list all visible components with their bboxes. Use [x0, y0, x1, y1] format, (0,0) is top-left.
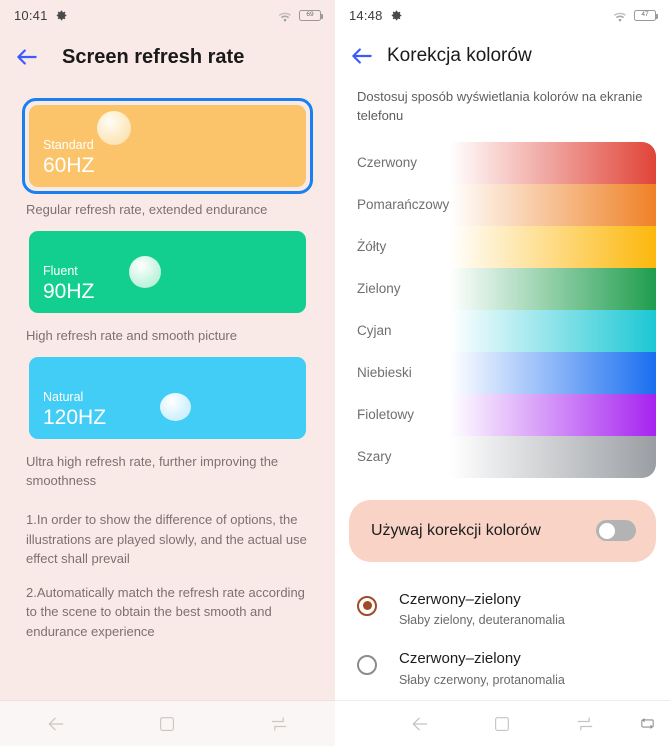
wifi-icon [613, 10, 627, 22]
status-bar-left: 10:41 69 [0, 0, 335, 30]
radio-button-selected[interactable] [357, 595, 377, 616]
rate-card-frame: Natural 120HZ [22, 350, 313, 446]
rate-name: Fluent [43, 264, 78, 279]
nav-back-icon[interactable] [403, 707, 437, 741]
rate-name: Standard [43, 138, 94, 153]
status-right-group: 47 [613, 9, 659, 22]
color-row: Czerwony [335, 141, 670, 184]
rotate-screen-icon[interactable] [630, 707, 664, 741]
color-label: Cyjan [357, 323, 392, 339]
phone-color-correction: 14:48 47 Korekcja kolorów Dostosuj sposó… [335, 0, 670, 746]
navigation-bar-left [0, 700, 335, 746]
wifi-icon [278, 10, 292, 22]
status-time: 14:48 [349, 7, 383, 23]
note-item: 1.In order to show the difference of opt… [26, 512, 307, 567]
status-right-group: 69 [278, 9, 324, 22]
status-bar-right: 14:48 47 [335, 0, 670, 30]
gear-icon [55, 9, 68, 22]
rate-description: Ultra high refresh rate, further improvi… [26, 453, 279, 488]
nav-recents-icon[interactable] [568, 707, 602, 741]
rate-card-fluent: Fluent 90HZ [29, 230, 306, 313]
color-gradient-zolty [450, 225, 656, 268]
page-title: Screen refresh rate [62, 45, 245, 68]
color-row: Niebieski [335, 351, 670, 394]
option-protanomaly[interactable]: Czerwony–zielony Słaby czerwony, protano… [335, 639, 670, 699]
rate-description: Regular refresh rate, extended endurance [26, 202, 268, 217]
color-gradient-fioletowy [450, 393, 656, 436]
option-subtitle: Słaby czerwony, protanomalia [399, 672, 565, 687]
rate-hz: 120HZ [43, 405, 107, 429]
rate-card-frame: Fluent 90HZ [22, 224, 313, 320]
color-gradient-niebieski [450, 351, 656, 394]
rate-option-natural[interactable]: Natural 120HZ Ultra high refresh rate, f… [22, 350, 313, 491]
notes-section: 1.In order to show the difference of opt… [26, 510, 313, 641]
nav-home-icon[interactable] [150, 707, 184, 741]
option-title: Czerwony–zielony [399, 650, 521, 668]
refresh-rate-options: Standard 60HZ Regular refresh rate, exte… [0, 84, 335, 700]
color-row: Szary [335, 435, 670, 478]
color-row: Pomarańczowy [335, 183, 670, 226]
back-arrow-icon[interactable] [349, 43, 375, 69]
option-deuteranomaly[interactable]: Czerwony–zielony Słaby zielony, deuteran… [335, 580, 670, 640]
color-label: Żółty [357, 239, 387, 255]
intro-text: Dostosuj sposób wyświetlania kolorów na … [357, 89, 643, 123]
color-gradient-szary [450, 435, 656, 478]
rate-option-standard[interactable]: Standard 60HZ Regular refresh rate, exte… [22, 98, 313, 220]
battery-icon: 69 [299, 9, 324, 21]
color-label: Szary [357, 449, 392, 465]
option-title: Czerwony–zielony [399, 590, 521, 608]
color-row: Cyjan [335, 309, 670, 352]
color-correction-body: Dostosuj sposób wyświetlania kolorów na … [335, 82, 670, 700]
color-gradient-czerwony [450, 141, 656, 184]
rate-hz: 90HZ [43, 279, 95, 303]
rate-description: High refresh rate and smooth picture [26, 327, 237, 343]
use-color-correction-row[interactable]: Używaj korekcji kolorów [349, 499, 656, 562]
option-texts: Czerwony–zielony Słaby zielony, deuteran… [399, 590, 565, 630]
title-bar-left: Screen refresh rate [0, 30, 335, 84]
color-gradient-zielony [450, 267, 656, 310]
nav-back-icon[interactable] [39, 707, 73, 741]
battery-level: 47 [641, 10, 649, 18]
nav-home-icon[interactable] [485, 707, 519, 741]
color-row: Fioletowy [335, 393, 670, 436]
color-label: Niebieski [357, 365, 412, 381]
status-time: 10:41 [14, 7, 48, 23]
color-gradient-pomaranczowy [450, 183, 656, 226]
color-label: Pomarańczowy [357, 197, 450, 213]
rate-hz: 60HZ [43, 153, 95, 177]
phone-screen-refresh-rate: 10:41 69 Screen refresh rate Standard 60… [0, 0, 335, 746]
title-bar-right: Korekcja kolorów [335, 30, 670, 82]
color-row: Zielony [335, 267, 670, 310]
radio-button[interactable] [357, 655, 377, 676]
rate-option-fluent[interactable]: Fluent 90HZ High refresh rate and smooth… [22, 224, 313, 346]
option-texts: Czerwony–zielony Słaby czerwony, protano… [399, 649, 565, 689]
status-left-group: 14:48 [349, 8, 403, 23]
toggle-label: Używaj korekcji kolorów [371, 521, 541, 539]
color-label: Zielony [357, 281, 401, 297]
dual-screenshot: 10:41 69 Screen refresh rate Standard 60… [0, 0, 670, 746]
back-arrow-icon[interactable] [14, 44, 40, 70]
status-left-group: 10:41 [14, 8, 68, 23]
nav-recents-icon[interactable] [262, 707, 296, 741]
page-title: Korekcja kolorów [387, 45, 532, 66]
color-preview-list: Czerwony Pomarańczowy Żółty Zielony Cyja… [335, 141, 670, 478]
correction-mode-options: Czerwony–zielony Słaby zielony, deuteran… [335, 580, 670, 700]
rate-card-standard: Standard 60HZ [29, 105, 306, 187]
color-label: Czerwony [357, 155, 418, 171]
battery-level: 69 [306, 10, 314, 18]
color-gradient-cyjan [450, 309, 656, 352]
option-subtitle: Słaby zielony, deuteranomalia [399, 612, 565, 627]
rate-name: Natural [43, 389, 84, 404]
color-row: Żółty [335, 225, 670, 268]
note-item: 2.Automatically match the refresh rate a… [26, 584, 305, 639]
toggle-knob [598, 522, 615, 539]
gear-icon [390, 9, 403, 22]
color-label: Fioletowy [357, 407, 415, 423]
color-correction-toggle[interactable] [596, 520, 636, 542]
rate-card-selected-frame: Standard 60HZ [22, 98, 313, 194]
rate-card-natural: Natural 120HZ [29, 356, 306, 439]
battery-icon: 47 [634, 9, 659, 21]
navigation-bar-right [335, 700, 670, 746]
